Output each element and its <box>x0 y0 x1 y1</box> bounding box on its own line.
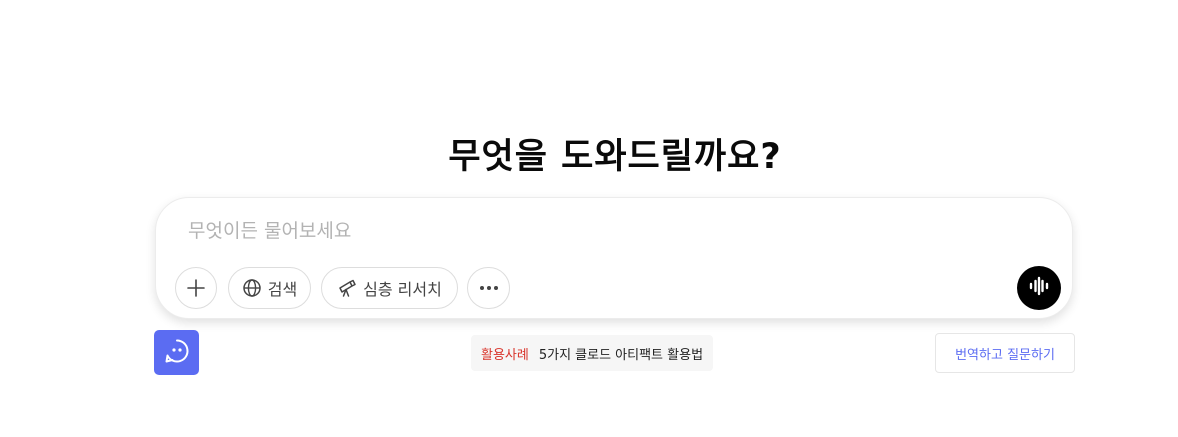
usecase-tag: 활용사례 <box>481 347 529 363</box>
chat-composer: 검색 심층 리서치 <box>155 197 1073 319</box>
translate-and-ask-button[interactable]: 번역하고 질문하기 <box>935 333 1075 373</box>
deep-research-label: 심층 리서치 <box>363 280 442 299</box>
add-attachment-button[interactable] <box>175 267 217 309</box>
search-button[interactable]: 검색 <box>228 267 311 309</box>
voice-waveform-icon <box>1028 276 1050 300</box>
globe-icon <box>242 278 262 298</box>
prompt-input[interactable] <box>188 216 948 246</box>
assistant-avatar-button[interactable] <box>154 330 199 375</box>
more-horizontal-icon <box>479 285 499 291</box>
page: 무엇을 도와드릴까요? 검색 <box>0 0 1178 437</box>
deep-research-button[interactable]: 심층 리서치 <box>321 267 458 309</box>
more-options-button[interactable] <box>467 267 510 309</box>
voice-mode-button[interactable] <box>1017 266 1061 310</box>
usecase-text: 5가지 클로드 아티팩트 활용법 <box>538 347 704 363</box>
chat-bot-icon <box>164 338 190 368</box>
page-title: 무엇을 도와드릴까요? <box>448 137 782 177</box>
search-button-label: 검색 <box>267 280 298 299</box>
telescope-icon <box>337 278 357 298</box>
plus-icon <box>186 278 206 298</box>
usecase-banner[interactable]: 활용사례 5가지 클로드 아티팩트 활용법 <box>471 335 714 371</box>
